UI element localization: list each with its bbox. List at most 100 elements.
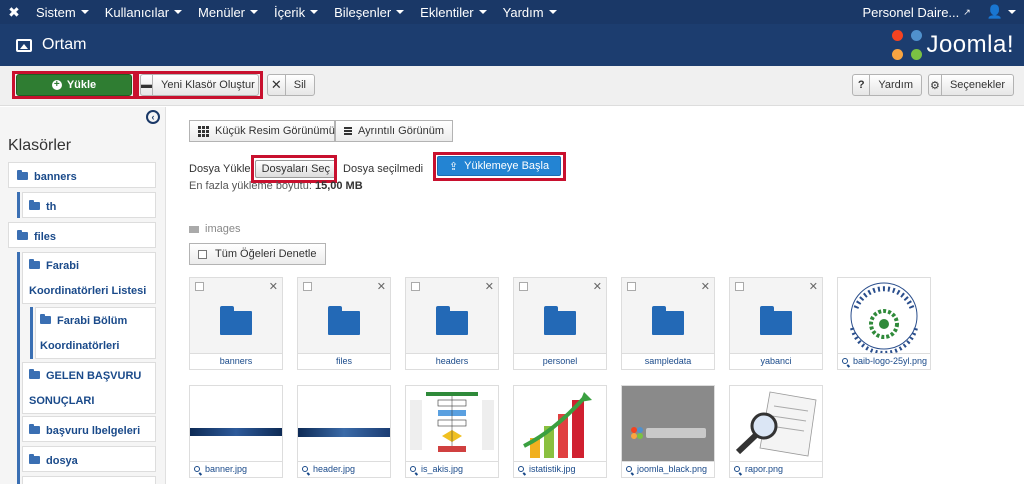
menu-label: Menüler (198, 4, 246, 20)
sidebar-folder-files[interactable]: files (8, 222, 156, 248)
close-icon[interactable]: ✕ (269, 280, 278, 293)
tile-name[interactable]: personel (514, 353, 606, 369)
image-tile[interactable]: joomla_black.png (621, 385, 715, 478)
folder-tile[interactable]: ✕ files (297, 277, 391, 370)
folder-label-cont: SONUÇLARI (29, 395, 95, 407)
menu-icerik[interactable]: İçerik (266, 0, 326, 24)
preview-icon (734, 466, 740, 472)
tile-checkbox[interactable] (411, 282, 420, 291)
caret-down-icon (548, 10, 557, 14)
gear-icon: ⚙ (929, 75, 942, 95)
folder-label: files (34, 231, 57, 243)
joomla-menu-icon[interactable]: ✖ (0, 0, 28, 24)
folder-tile[interactable]: ✕ sampledata (621, 277, 715, 370)
site-label: Personel Daire... (862, 4, 960, 20)
joomla-wordmark: Joomla! (926, 31, 1014, 58)
close-icon[interactable]: ✕ (809, 280, 818, 293)
preview-icon (194, 466, 200, 472)
image-tile[interactable]: baib-logo-25yl.png (837, 277, 931, 370)
breadcrumb-path[interactable]: images (205, 223, 240, 235)
tile-name[interactable]: is_akis.jpg (406, 461, 498, 477)
upload-button[interactable]: + Yükle (16, 74, 132, 96)
tile-checkbox[interactable] (519, 282, 528, 291)
folder-label-cont: Koordinatörleri Listesi (29, 285, 147, 297)
page-title: Ortam (42, 36, 87, 53)
user-menu[interactable]: 👤 (979, 0, 1024, 24)
top-navbar: ✖ Sistem Kullanıcılar Menüler İçerik Bil… (0, 0, 1024, 24)
delete-label: Sil (293, 79, 306, 91)
tile-name[interactable]: sampledata (622, 353, 714, 369)
tile-name[interactable]: banners (190, 353, 282, 369)
menu-label: Sistem (36, 4, 76, 20)
folder-label: th (46, 201, 57, 213)
folder-tile[interactable]: ✕ yabanci (729, 277, 823, 370)
folder-icon (189, 225, 199, 233)
menu-label: İçerik (274, 4, 306, 20)
tile-checkbox[interactable] (627, 282, 636, 291)
image-tile[interactable]: banner.jpg (189, 385, 283, 478)
close-icon[interactable]: ✕ (485, 280, 494, 293)
flowchart-thumbnail (406, 386, 498, 461)
folder-tile[interactable]: ✕ personel (513, 277, 607, 370)
sidebar-folder-gelen-basvuru[interactable]: GELEN BAŞVURU SONUÇLARI (22, 362, 156, 414)
menu-menuler[interactable]: Menüler (190, 0, 266, 24)
image-tile[interactable]: is_akis.jpg (405, 385, 499, 478)
site-link[interactable]: Personel Daire... ↗ (854, 0, 978, 24)
help-button[interactable]: ? Yardım (852, 74, 922, 96)
sidebar-folder-th[interactable]: th (22, 192, 156, 218)
caret-down-icon (396, 10, 405, 14)
image-filename: baib-logo-25yl.png (853, 356, 928, 366)
new-folder-button[interactable]: ▬ Yeni Klasör Oluştur (140, 74, 259, 96)
tile-name[interactable]: files (298, 353, 390, 369)
collapse-icon[interactable]: ‹ (146, 110, 160, 124)
toolbar: + Yükle ▬ Yeni Klasör Oluştur ✕ Sil ? Ya… (0, 66, 1024, 106)
sidebar-folder-basvuru-belgeleri[interactable]: başvuru lbelgeleri (22, 416, 156, 442)
tile-name[interactable]: baib-logo-25yl.png (838, 353, 930, 369)
folders-sidebar: ‹ Klasörler banners th files Farabi Koor… (0, 107, 166, 484)
image-tile[interactable]: istatistik.jpg (513, 385, 607, 478)
folder-icon (17, 170, 28, 180)
folder-icon (40, 314, 51, 324)
sidebar-folder-farabi[interactable]: Farabi Koordinatörleri Listesi (22, 252, 156, 304)
tile-name[interactable]: headers (406, 353, 498, 369)
sidebar-folder-farabi-bolum[interactable]: Farabi Bölüm Koordinatörleri (35, 307, 156, 359)
close-icon[interactable]: ✕ (701, 280, 710, 293)
detail-view-label: Ayrıntılı Görünüm (358, 125, 444, 137)
menu-yardim[interactable]: Yardım (495, 0, 565, 24)
tile-name[interactable]: rapor.png (730, 461, 822, 477)
close-icon[interactable]: ✕ (377, 280, 386, 293)
folder-icon (436, 306, 468, 335)
start-upload-button[interactable]: ⇪ Yüklemeye Başla (437, 156, 561, 176)
sidebar-folder-dosya[interactable]: dosya (22, 446, 156, 472)
folder-tile[interactable]: ✕ headers (405, 277, 499, 370)
menu-eklentiler[interactable]: Eklentiler (412, 0, 494, 24)
media-icon (16, 38, 32, 52)
folder-icon (328, 306, 360, 335)
menu-sistem[interactable]: Sistem (28, 0, 97, 24)
plus-circle-icon: + (51, 80, 62, 90)
thumbnail-view-button[interactable]: Küçük Resim Görünümü (189, 120, 335, 142)
image-tile[interactable]: rapor.png (729, 385, 823, 478)
menu-bilesenler[interactable]: Bileşenler (326, 0, 412, 24)
folder-icon (760, 306, 792, 335)
tile-checkbox[interactable] (735, 282, 744, 291)
tile-checkbox[interactable] (303, 282, 312, 291)
tile-name[interactable]: joomla_black.png (622, 461, 714, 477)
menu-kullanicilar[interactable]: Kullanıcılar (97, 0, 190, 24)
folder-tile[interactable]: ✕ banners (189, 277, 283, 370)
tile-checkbox[interactable] (195, 282, 204, 291)
check-all-button[interactable]: Tüm Öğeleri Denetle (189, 243, 326, 265)
delete-button[interactable]: ✕ Sil (267, 74, 315, 96)
sidebar-folder-banners[interactable]: banners (8, 162, 156, 188)
start-upload-label: Yüklemeye Başla (464, 160, 550, 172)
detail-view-button[interactable]: Ayrıntılı Görünüm (335, 120, 453, 142)
sidebar-folder-partial[interactable] (22, 476, 156, 484)
tile-name[interactable]: header.jpg (298, 461, 390, 477)
tile-name[interactable]: yabanci (730, 353, 822, 369)
close-icon[interactable]: ✕ (593, 280, 602, 293)
preview-icon (626, 466, 632, 472)
image-tile[interactable]: header.jpg (297, 385, 391, 478)
options-button[interactable]: ⚙ Seçenekler (928, 74, 1014, 96)
tile-name[interactable]: istatistik.jpg (514, 461, 606, 477)
tile-name[interactable]: banner.jpg (190, 461, 282, 477)
